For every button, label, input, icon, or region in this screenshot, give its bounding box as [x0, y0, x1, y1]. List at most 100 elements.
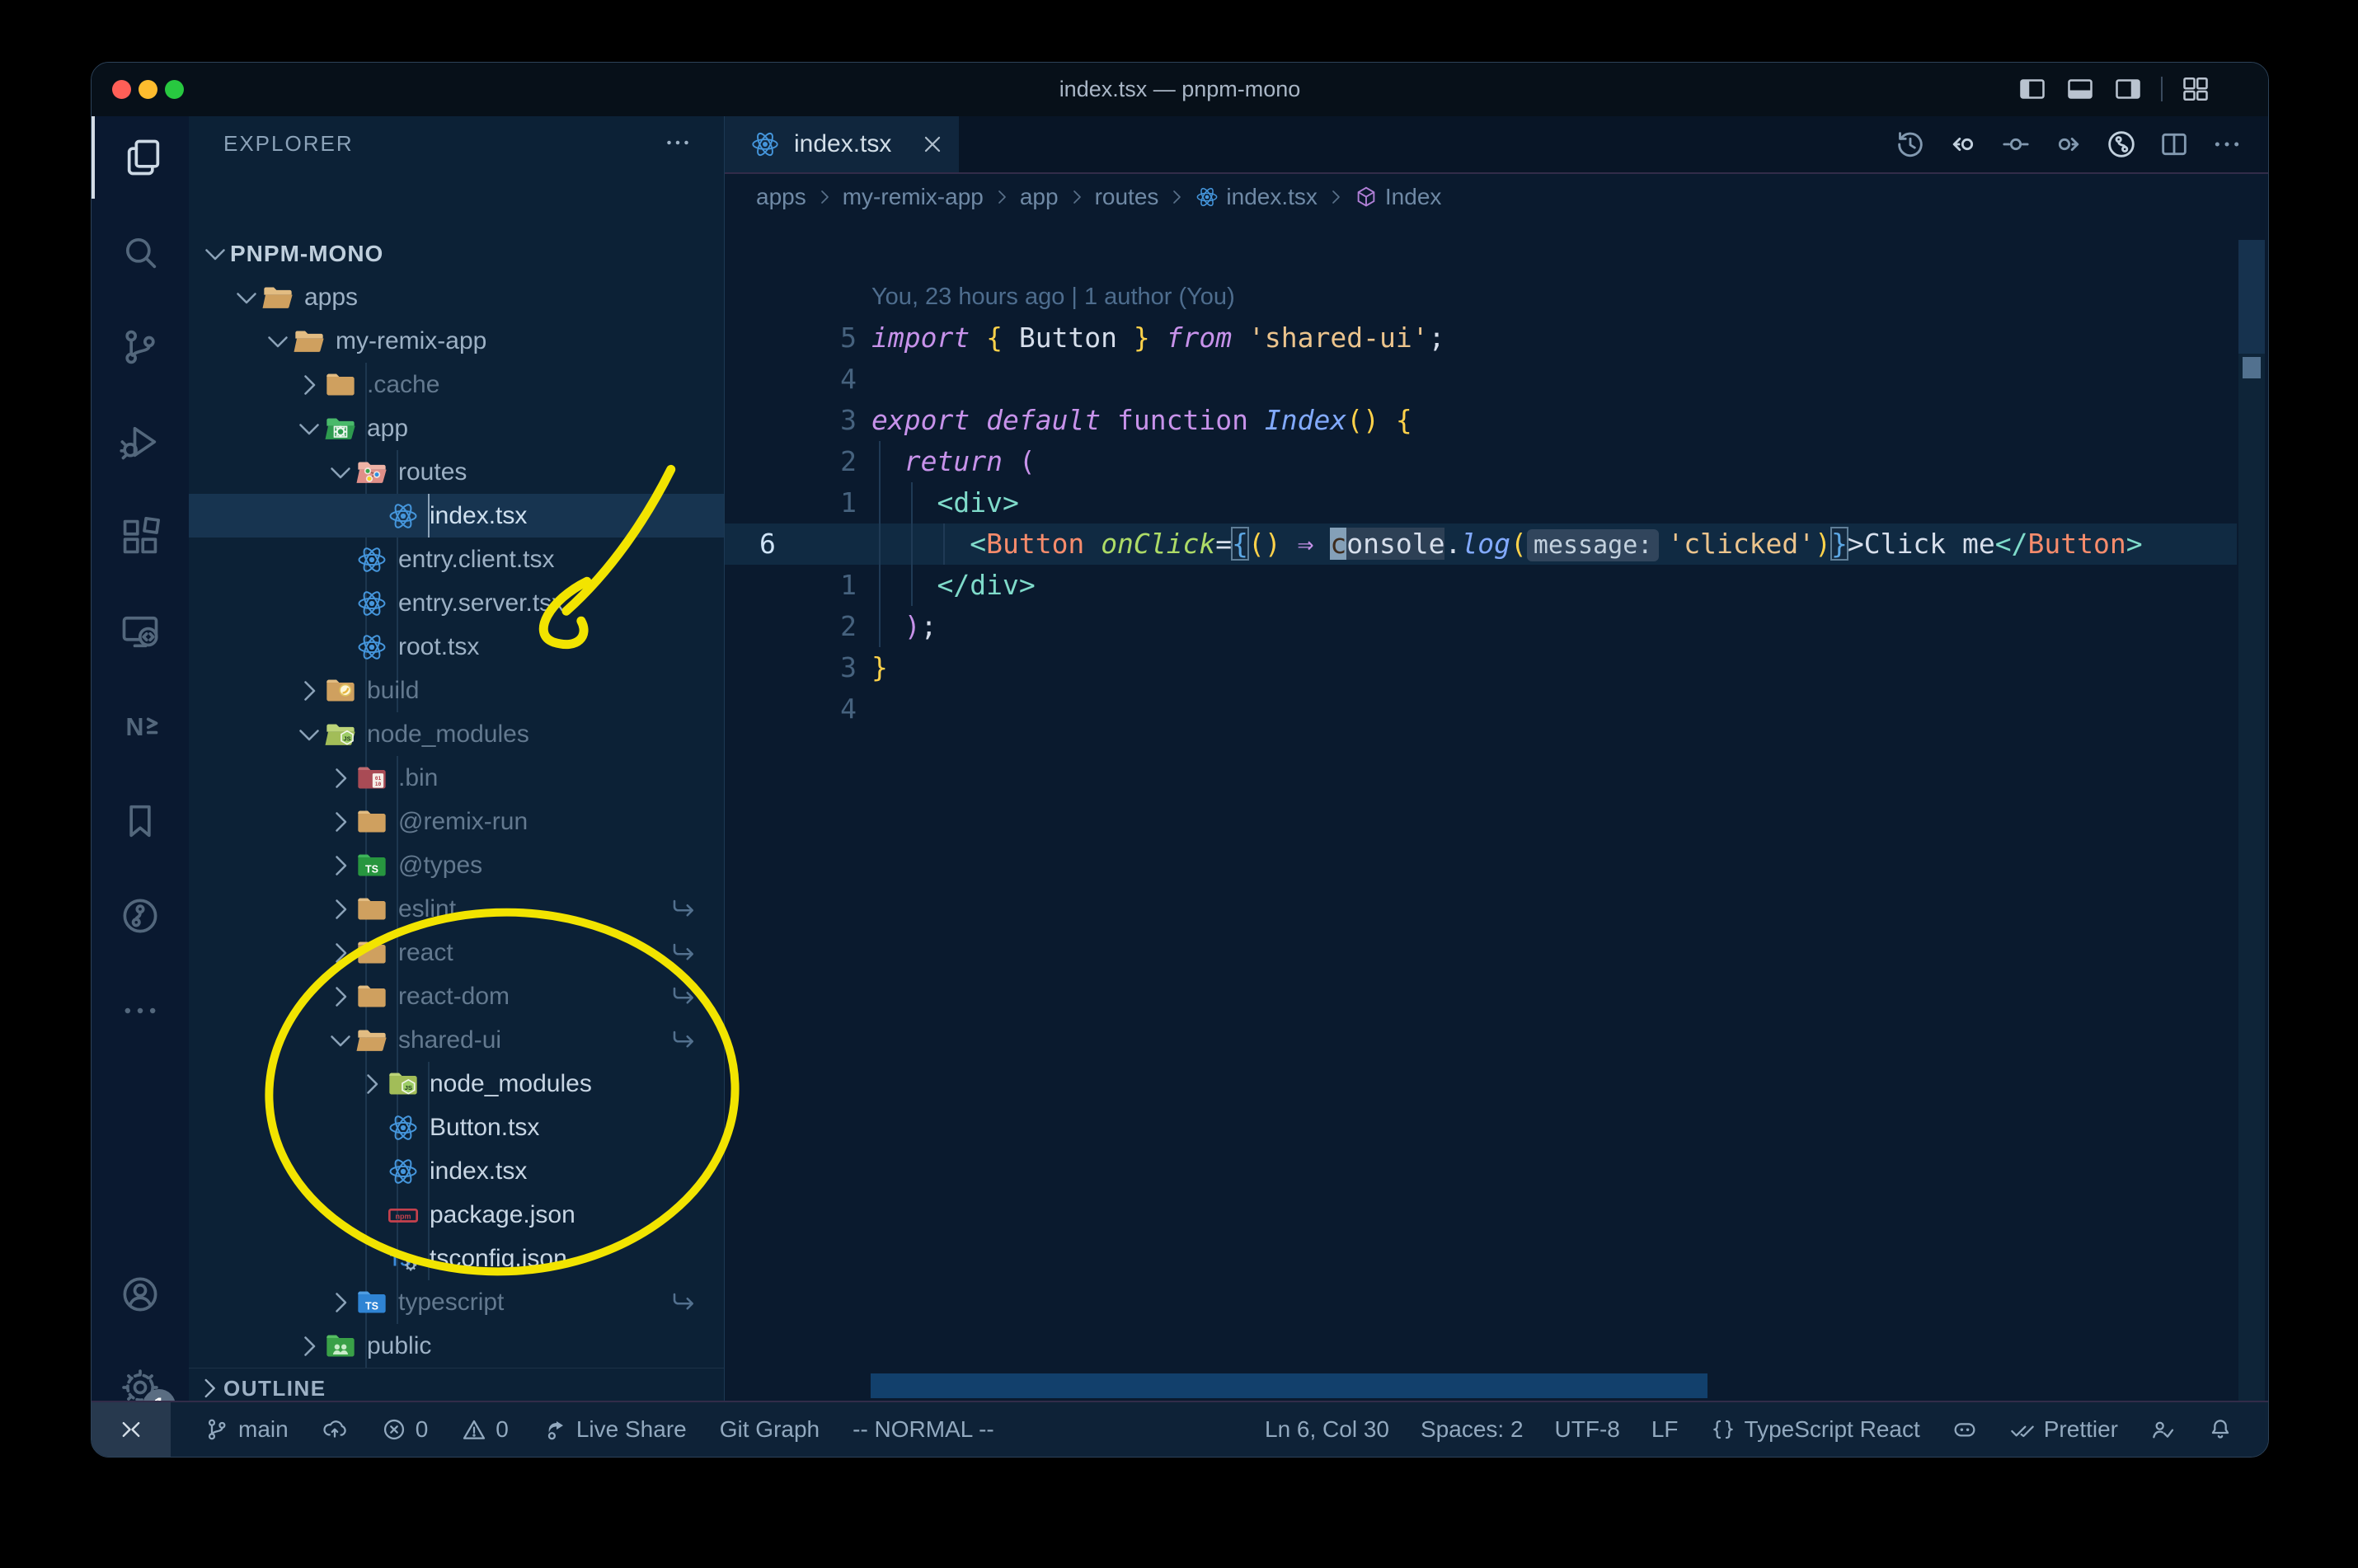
tree-item--bin[interactable]: 01 10 .bin [189, 756, 724, 800]
tree-item-routes[interactable]: routes [189, 450, 724, 494]
chevron-right-icon[interactable] [294, 676, 324, 706]
status-eol[interactable]: LF [1651, 1416, 1679, 1443]
activity-account[interactable] [92, 1253, 189, 1336]
tree-item-node-modules[interactable]: JS node_modules [189, 712, 724, 756]
status-live-share[interactable]: Live Share [542, 1416, 687, 1443]
chevron-right-icon[interactable] [294, 1331, 324, 1361]
status-git-graph[interactable]: Git Graph [720, 1416, 820, 1443]
tab-index-tsx[interactable]: index.tsx [725, 116, 959, 172]
tree-item-typescript[interactable]: TS typescript [189, 1280, 724, 1324]
activity-search[interactable] [92, 211, 189, 293]
git-blame-annotation: You, 23 hours ago | 1 author (You) [871, 284, 1235, 310]
explorer-more-actions-icon[interactable] [663, 128, 693, 157]
activity-remote-explorer[interactable] [92, 590, 189, 673]
tree-item-root-tsx[interactable]: root.tsx [189, 625, 724, 669]
activity-extensions[interactable] [92, 495, 189, 578]
chevron-right-icon[interactable] [326, 807, 355, 837]
breadcrumb-my-remix-app[interactable]: my-remix-app [843, 184, 984, 210]
status-indentation[interactable]: Spaces: 2 [1421, 1416, 1524, 1443]
status-vim-mode[interactable]: -- NORMAL -- [853, 1416, 994, 1443]
breadcrumb-app[interactable]: app [1020, 184, 1059, 210]
tree-item-build[interactable]: build [189, 669, 724, 712]
tree-item-pnpm-mono[interactable]: PNPM-MONO [189, 232, 724, 275]
history-icon[interactable] [1894, 128, 1927, 161]
toggle-sidebar-icon[interactable] [2017, 74, 2047, 104]
title-bar[interactable]: index.tsx — pnpm-mono [92, 63, 2268, 116]
chevron-right-icon[interactable] [326, 1288, 355, 1317]
tree-item-eslint[interactable]: eslint [189, 887, 724, 931]
activity-gitlens[interactable] [92, 875, 189, 957]
chevron-right-icon[interactable] [357, 1069, 387, 1099]
status-copilot[interactable] [1952, 1416, 1978, 1443]
chevron-right-icon[interactable] [326, 763, 355, 793]
next-change-icon[interactable] [2052, 128, 2085, 161]
tree-item-tsconfig-json[interactable]: TS tsconfig.json [189, 1237, 724, 1280]
status-formatter[interactable]: Prettier [2009, 1416, 2118, 1443]
status-remote-indicator[interactable] [92, 1402, 171, 1457]
customize-layout-icon[interactable] [2181, 74, 2210, 104]
tree-item-index-tsx[interactable]: index.tsx [189, 494, 724, 538]
toggle-panel-icon[interactable] [2065, 74, 2095, 104]
tree-item-public[interactable]: public [189, 1324, 724, 1368]
breadcrumb-apps[interactable]: apps [756, 184, 806, 210]
status-notifications[interactable] [2207, 1416, 2234, 1443]
tree-item--types[interactable]: TS @types [189, 843, 724, 887]
status-cursor-position[interactable]: Ln 6, Col 30 [1265, 1416, 1389, 1443]
branch-circle-icon[interactable] [2105, 128, 2138, 161]
tree-item-react[interactable]: react [189, 931, 724, 974]
tree-item-entry-client-tsx[interactable]: entry.client.tsx [189, 538, 724, 581]
status-encoding[interactable]: UTF-8 [1555, 1416, 1620, 1443]
activity-run-debug[interactable] [92, 401, 189, 483]
status-feedback[interactable] [2149, 1416, 2176, 1443]
tree-item-my-remix-app[interactable]: my-remix-app [189, 319, 724, 363]
status-sync-changes[interactable] [322, 1416, 348, 1443]
close-tab-icon[interactable] [919, 131, 946, 157]
tree-item--cache[interactable]: .cache [189, 363, 724, 406]
folder-types: TS [355, 849, 388, 882]
chevron-down-icon[interactable] [232, 283, 261, 312]
status-problems-errors[interactable]: 0 [381, 1416, 428, 1443]
code-editor[interactable]: You, 23 hours ago | 1 author (You) 5 impor… [725, 220, 2268, 1401]
activity-nx-console[interactable]: N [92, 685, 189, 768]
chevron-right-icon[interactable] [294, 370, 324, 400]
breadcrumb-index-tsx[interactable]: index.tsx [1195, 184, 1318, 210]
tree-item-apps[interactable]: apps [189, 275, 724, 319]
breadcrumb-routes[interactable]: routes [1095, 184, 1159, 210]
tree-item-shared-ui[interactable]: shared-ui [189, 1018, 724, 1062]
status-language-mode[interactable]: TypeScript React [1710, 1416, 1920, 1443]
chevron-down-icon[interactable] [294, 720, 324, 749]
vertical-scrollbar-thumb[interactable] [2238, 240, 2265, 354]
tree-item-entry-server-tsx[interactable]: entry.server.tsx [189, 581, 724, 625]
chevron-right-icon[interactable] [326, 851, 355, 880]
chevron-down-icon[interactable] [294, 414, 324, 444]
chevron-right-icon[interactable] [326, 894, 355, 924]
change-icon[interactable] [1999, 128, 2032, 161]
toggle-secondary-sidebar-icon[interactable] [2113, 74, 2143, 104]
tree-item--remix-run[interactable]: @remix-run [189, 800, 724, 843]
vertical-scrollbar-track[interactable] [2238, 240, 2265, 1401]
status-git-branch[interactable]: main [204, 1416, 289, 1443]
chevron-right-icon[interactable] [326, 938, 355, 968]
activity-more[interactable] [92, 969, 189, 1052]
ellipsis-icon[interactable] [2210, 128, 2243, 161]
status-problems-warnings[interactable]: 0 [461, 1416, 509, 1443]
breadcrumb-index[interactable]: Index [1354, 184, 1441, 210]
activity-bookmarks[interactable] [92, 780, 189, 862]
bell-icon [2207, 1416, 2234, 1443]
tree-item-react-dom[interactable]: react-dom [189, 974, 724, 1018]
tree-item-package-json[interactable]: npm package.json [189, 1193, 724, 1237]
tree-item-node-modules[interactable]: JS node_modules [189, 1062, 724, 1106]
tree-item-index-tsx[interactable]: index.tsx [189, 1149, 724, 1193]
split-editor-icon[interactable] [2158, 128, 2191, 161]
chevron-down-icon[interactable] [263, 326, 293, 356]
chevron-right-icon[interactable] [326, 982, 355, 1012]
tree-item-button-tsx[interactable]: Button.tsx [189, 1106, 724, 1149]
horizontal-scrollbar-thumb[interactable] [871, 1373, 1707, 1398]
chevron-down-icon[interactable] [326, 458, 355, 487]
prev-change-icon[interactable] [1947, 128, 1980, 161]
tree-item-app[interactable]: app [189, 406, 724, 450]
chevron-down-icon[interactable] [326, 1026, 355, 1055]
activity-explorer[interactable] [92, 116, 192, 199]
chevron-down-icon[interactable] [200, 239, 230, 269]
activity-source-control[interactable] [92, 306, 189, 388]
